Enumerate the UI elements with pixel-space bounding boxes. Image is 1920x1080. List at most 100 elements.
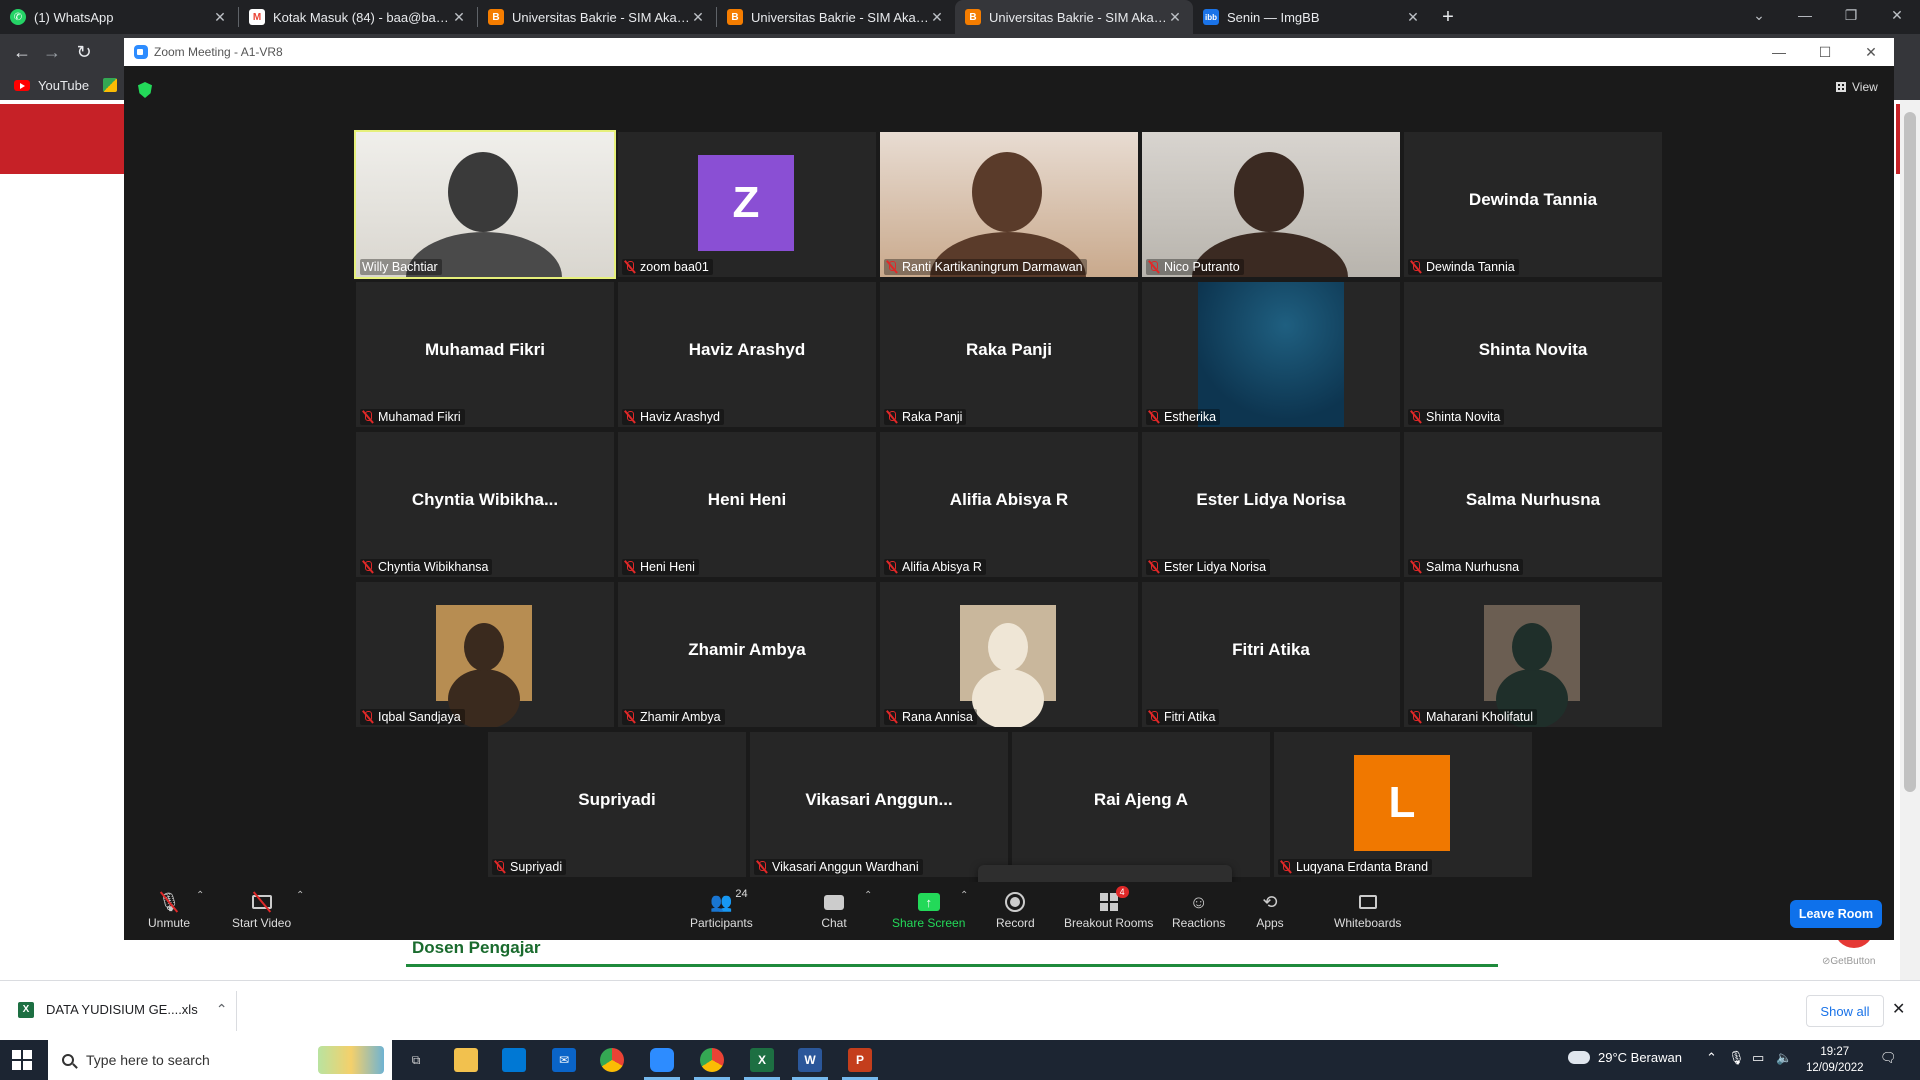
mic-muted-icon	[362, 410, 374, 424]
store-icon[interactable]	[502, 1048, 526, 1072]
mic-muted-icon	[624, 560, 636, 574]
maps-icon[interactable]	[103, 78, 118, 92]
participant-tile[interactable]: Supriyadi Supriyadi	[488, 732, 746, 877]
chrome-icon[interactable]	[600, 1048, 624, 1072]
close-icon[interactable]: ✕	[1167, 9, 1183, 26]
record-button[interactable]: Record	[996, 890, 1035, 930]
participant-tile[interactable]: Shinta Novita Shinta Novita	[1404, 282, 1662, 427]
close-icon[interactable]: ✕	[212, 9, 228, 26]
reactions-button[interactable]: ☺ Reactions	[1172, 890, 1225, 931]
participant-tile[interactable]: Willy Bachtiar	[354, 130, 616, 279]
chat-button[interactable]: Chat	[820, 890, 848, 930]
close-icon[interactable]: ✕	[1892, 999, 1905, 1019]
participant-tile[interactable]: Fitri Atika Fitri Atika	[1142, 582, 1400, 727]
participant-tile[interactable]: Nico Putranto	[1142, 132, 1400, 277]
powerpoint-icon[interactable]: P	[848, 1048, 872, 1072]
breakout-rooms-button[interactable]: 4 Breakout Rooms	[1064, 886, 1153, 930]
taskbar-search-box[interactable]: Type here to search	[48, 1040, 392, 1080]
participant-tile[interactable]: Rana Annisa	[880, 582, 1138, 727]
new-tab-button[interactable]: +	[1431, 0, 1465, 34]
chevron-up-icon[interactable]: ⌃	[1706, 1050, 1717, 1066]
participant-tile[interactable]: Ranti Kartikaningrum Darmawan	[880, 132, 1138, 277]
maximize-icon[interactable]: ☐	[1802, 38, 1848, 66]
participant-tile[interactable]: Heni Heni Heni Heni	[618, 432, 876, 577]
minimize-icon[interactable]: —	[1782, 0, 1828, 30]
participant-tile[interactable]: Chyntia Wibikha... Chyntia Wibikhansa	[356, 432, 614, 577]
file-explorer-icon[interactable]	[454, 1048, 478, 1072]
participant-display-name: Rai Ajeng A	[1093, 790, 1189, 809]
notifications-icon[interactable]: 🗨	[1880, 1050, 1897, 1066]
participant-tile[interactable]: Zhamir Ambya Zhamir Ambya	[618, 582, 876, 727]
restore-icon[interactable]: ❐	[1828, 0, 1874, 30]
network-icon[interactable]: ▭	[1752, 1050, 1764, 1066]
apps-button[interactable]: ⟲ Apps	[1256, 890, 1284, 931]
start-video-button[interactable]: Start Video	[232, 890, 291, 930]
participant-tile[interactable]: Vikasari Anggun... Vikasari Anggun Wardha…	[750, 732, 1008, 877]
volume-icon[interactable]: 🔈	[1776, 1050, 1792, 1066]
close-icon[interactable]: ✕	[690, 9, 706, 26]
leave-room-button[interactable]: Leave Room	[1790, 900, 1882, 928]
participant-name-tag: Chyntia Wibikhansa	[360, 559, 493, 575]
participant-tile[interactable]: Haviz Arashyd Haviz Arashyd	[618, 282, 876, 427]
chevron-up-icon[interactable]: ⌃	[864, 890, 872, 901]
zoom-app-icon[interactable]	[650, 1048, 674, 1072]
reload-icon[interactable]: ↻	[72, 40, 96, 64]
browser-tab[interactable]: B Universitas Bakrie - SIM Akademik ✕	[478, 0, 716, 34]
close-icon[interactable]: ✕	[929, 9, 945, 26]
forward-arrow-icon[interactable]: →	[40, 40, 64, 64]
windows-start-icon[interactable]	[12, 1050, 32, 1070]
blogger-icon: B	[488, 9, 504, 25]
weather-widget[interactable]: 29°C Berawan	[1568, 1050, 1682, 1065]
chevron-up-icon[interactable]: ⌃	[960, 890, 968, 901]
encryption-shield-icon[interactable]	[138, 82, 152, 98]
download-item[interactable]: X DATA YUDISIUM GE....xls ⌃	[18, 1001, 227, 1018]
minimize-icon[interactable]: —	[1756, 38, 1802, 66]
scrollbar-thumb[interactable]	[1904, 112, 1916, 792]
microphone-icon[interactable]: 🎙	[1728, 1050, 1745, 1066]
unmute-button[interactable]: 🎙 Unmute	[148, 890, 190, 930]
system-clock[interactable]: 19:27 12/09/2022	[1806, 1044, 1864, 1076]
participant-tile[interactable]: Raka Panji Raka Panji	[880, 282, 1138, 427]
participant-tile[interactable]: Alifia Abisya R Alifia Abisya R	[880, 432, 1138, 577]
participants-button[interactable]: 👥 24 Participants	[690, 888, 753, 930]
participant-name-tag: Shinta Novita	[1408, 409, 1505, 425]
participant-tile[interactable]: Iqbal Sandjaya	[356, 582, 614, 727]
chevron-up-icon[interactable]: ⌃	[296, 890, 304, 901]
participant-tile[interactable]: Muhamad Fikri Muhamad Fikri	[356, 282, 614, 427]
show-all-button[interactable]: Show all	[1806, 995, 1884, 1027]
mail-icon[interactable]: ✉	[552, 1048, 576, 1072]
browser-tab[interactable]: ✆ (1) WhatsApp ✕	[0, 0, 238, 34]
bookmark-youtube[interactable]: YouTube	[38, 78, 89, 93]
participant-display-name: Heni Heni	[707, 490, 787, 509]
close-icon[interactable]: ✕	[451, 9, 467, 26]
browser-tab[interactable]: M Kotak Masuk (84) - baa@bakrie.ac.id ✕	[239, 0, 477, 34]
task-view-icon[interactable]: ⧉	[404, 1048, 428, 1072]
participant-tile[interactable]: Maharani Kholifatul	[1404, 582, 1662, 727]
excel-icon[interactable]: X	[750, 1048, 774, 1072]
share-screen-button[interactable]: ↑ Share Screen	[892, 890, 965, 930]
participant-tile[interactable]: Zzoom baa01	[618, 132, 876, 277]
tab-search-icon[interactable]: ⌄	[1736, 0, 1782, 30]
participant-tile[interactable]: Ester Lidya Norisa Ester Lidya Norisa	[1142, 432, 1400, 577]
close-icon[interactable]: ✕	[1405, 9, 1421, 26]
participant-tile[interactable]: Estherika	[1142, 282, 1400, 427]
browser-tab-active[interactable]: B Universitas Bakrie - SIM Akademik ✕	[955, 0, 1193, 34]
word-icon[interactable]: W	[798, 1048, 822, 1072]
chevron-up-icon[interactable]: ⌃	[216, 1001, 228, 1018]
chrome-icon[interactable]	[700, 1048, 724, 1072]
whiteboards-button[interactable]: Whiteboards	[1334, 890, 1401, 930]
blogger-icon: B	[965, 9, 981, 25]
participant-tile[interactable]: Rai Ajeng A	[1012, 732, 1270, 877]
window-close-icon[interactable]: ✕	[1874, 0, 1920, 30]
chevron-up-icon[interactable]: ⌃	[196, 890, 204, 901]
participant-tile[interactable]: Salma Nurhusna Salma Nurhusna	[1404, 432, 1662, 577]
back-arrow-icon[interactable]: ←	[10, 40, 34, 64]
participant-tile[interactable]: L Luqyana Erdanta Brand	[1274, 732, 1532, 877]
view-button[interactable]: View	[1836, 80, 1878, 94]
browser-tab[interactable]: B Universitas Bakrie - SIM Akademik ✕	[717, 0, 955, 34]
window-close-icon[interactable]: ✕	[1848, 38, 1894, 66]
browser-tab[interactable]: ibb Senin — ImgBB ✕	[1193, 0, 1431, 34]
participant-tile[interactable]: Dewinda Tannia Dewinda Tannia	[1404, 132, 1662, 277]
meeting-controls: 🎙 Unmute ⌃ Start Video ⌃ 👥24 Participant…	[124, 882, 1894, 940]
participant-name: Ester Lidya Norisa	[1164, 560, 1267, 574]
